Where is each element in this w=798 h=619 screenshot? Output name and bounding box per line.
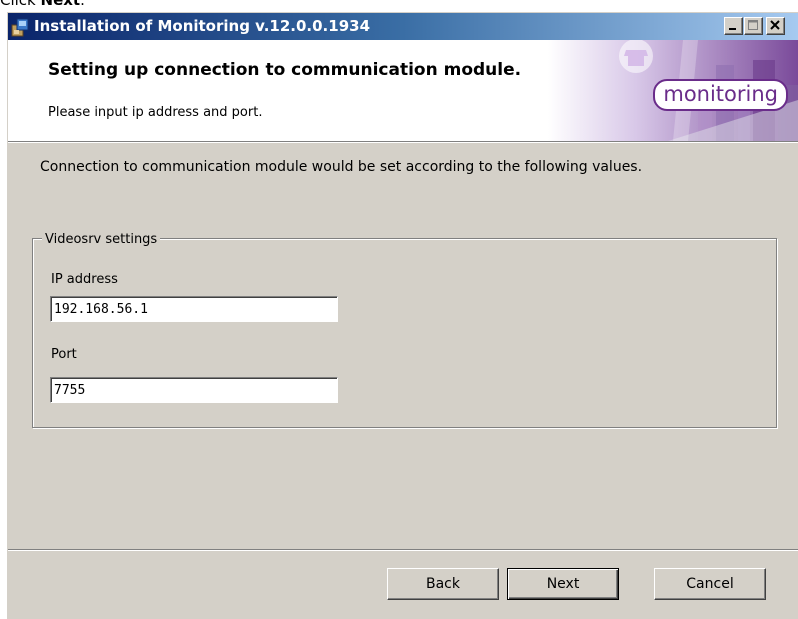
- group-legend: Videosrv settings: [42, 232, 161, 247]
- header-banner: Setting up connection to communication m…: [8, 40, 798, 141]
- footer-divider-highlight: [8, 550, 798, 551]
- monitoring-logo: monitoring: [653, 79, 788, 111]
- port-field[interactable]: 7755: [50, 377, 338, 403]
- header-subtitle: Please input ip address and port.: [48, 105, 263, 120]
- ip-address-field[interactable]: 192.168.56.1: [50, 296, 338, 322]
- close-icon: [770, 20, 780, 30]
- caption-bold: Next: [40, 0, 81, 9]
- description-text: Connection to communication module would…: [40, 159, 643, 175]
- back-button[interactable]: Back: [387, 568, 499, 600]
- close-button[interactable]: [766, 17, 785, 35]
- maximize-button[interactable]: [744, 17, 763, 35]
- ip-address-label: IP address: [51, 272, 118, 287]
- doc-caption: Click Next.: [0, 0, 85, 11]
- caption-suffix: .: [80, 0, 85, 9]
- installer-icon: [11, 18, 29, 37]
- minimize-button[interactable]: [724, 17, 743, 35]
- maximize-icon: [748, 20, 758, 30]
- caption-prefix: Click: [0, 0, 41, 9]
- header-divider-highlight: [8, 142, 798, 143]
- port-label: Port: [51, 347, 77, 362]
- cancel-button[interactable]: Cancel: [654, 568, 766, 600]
- header-title: Setting up connection to communication m…: [48, 60, 522, 80]
- next-button[interactable]: Next: [507, 568, 619, 600]
- title-bar[interactable]: Installation of Monitoring v.12.0.0.1934: [8, 13, 798, 40]
- minimize-icon: [729, 28, 736, 30]
- window-title: Installation of Monitoring v.12.0.0.1934: [34, 17, 371, 35]
- installer-window: Installation of Monitoring v.12.0.0.1934…: [7, 12, 798, 619]
